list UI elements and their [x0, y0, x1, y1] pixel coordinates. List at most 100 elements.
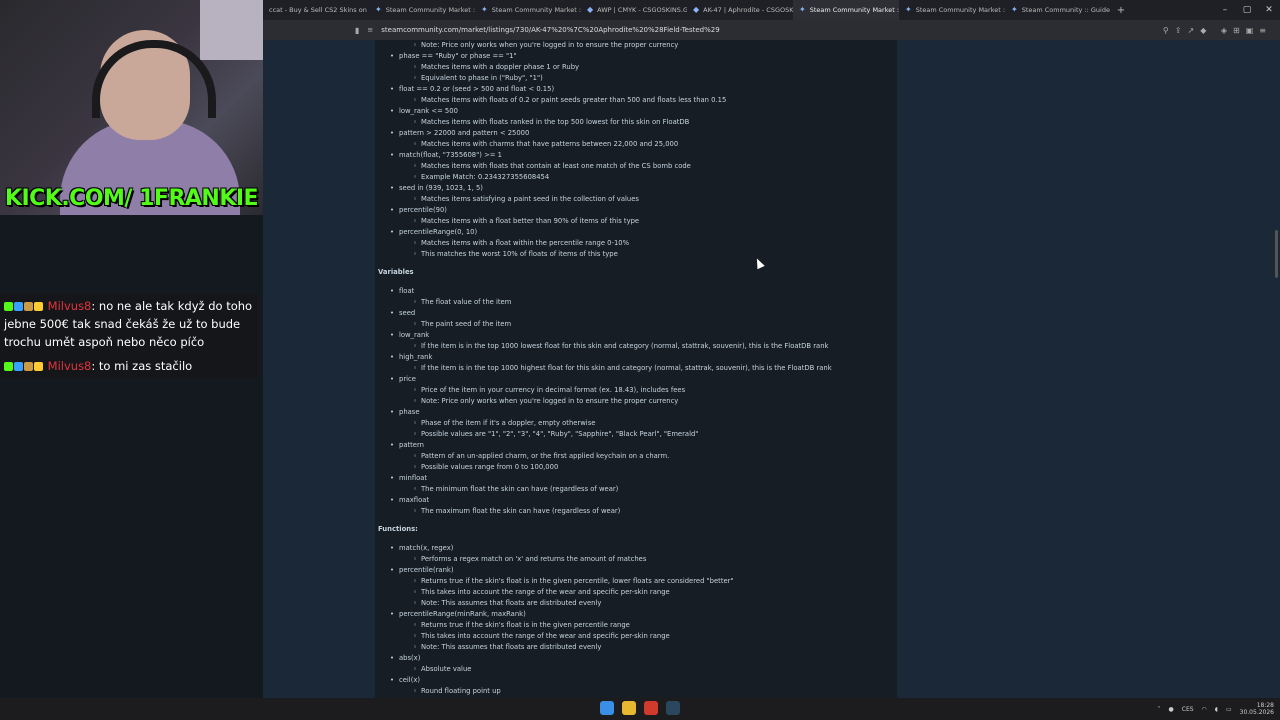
clock-date: 30.05.2026 [1239, 709, 1274, 716]
list-item: pattern [378, 440, 832, 451]
steam-icon: ✦ [1011, 5, 1018, 14]
microphone-icon[interactable]: ● [1169, 706, 1174, 713]
list-item: Price of the item in your currency in de… [378, 385, 832, 396]
variables-heading: Variables [378, 268, 414, 276]
background-light [200, 0, 263, 60]
list-item: If the item is in the top 1000 highest f… [378, 363, 832, 374]
browser-tab[interactable]: ccat - Buy & Sell CS2 Skins on [263, 0, 369, 20]
list-item: Pattern of an un-applied charm, or the f… [378, 451, 832, 462]
browser-tab[interactable]: ✦Steam Community :: Guide :: AK-4 [1005, 0, 1111, 20]
list-item: Note: Price only works when you're logge… [378, 396, 832, 407]
list-item: match(float, "7355608") >= 1 [378, 150, 832, 161]
list-item: Performs a regex match on 'x' and return… [378, 554, 832, 565]
user-badges [4, 357, 44, 375]
list-item: This takes into account the range of the… [378, 631, 832, 642]
brave-browser-icon[interactable] [644, 701, 658, 715]
toolbar-icons[interactable]: ⚲⇪↗◆ ◈⊞▣≡ [1163, 26, 1272, 35]
list-item: price [378, 374, 832, 385]
list-item: The minimum float the skin can have (reg… [378, 484, 832, 495]
steam-taskbar-icon[interactable] [666, 701, 680, 715]
close-window-icon[interactable]: ✕ [1258, 5, 1280, 15]
browser-tab[interactable]: ✦Steam Community Market :: Show [369, 0, 475, 20]
list-item: Matches items with floats that contain a… [378, 161, 832, 172]
list-item: Returns true if the skin's float is in t… [378, 620, 832, 631]
list-item: high_rank [378, 352, 832, 363]
kick-channel-text: KICK.COM/ 1FRANKIE [4, 185, 259, 211]
list-item: seed [378, 308, 832, 319]
bookmark-icon[interactable]: ▮ [355, 26, 359, 35]
list-item: The maximum float the skin can have (reg… [378, 506, 832, 517]
chat-username: Milvus8 [47, 299, 92, 313]
url-field[interactable]: steamcommunity.com/market/listings/730/A… [381, 26, 719, 34]
list-item: phase == "Ruby" or phase == "1" [378, 51, 832, 62]
address-bar: ▮ ≡ steamcommunity.com/market/listings/7… [263, 20, 1280, 40]
steam-icon: ✦ [799, 5, 806, 14]
list-item: percentile(rank) [378, 565, 832, 576]
list-item: ceil(x) [378, 675, 832, 686]
battery-icon[interactable]: ▭ [1226, 706, 1232, 713]
list-item: match(x, regex) [378, 543, 832, 554]
browser-tab[interactable]: ◆AK-47 | Aphrodite - CSGOSKINS.G [687, 0, 793, 20]
steam-icon: ✦ [905, 5, 912, 14]
list-item: phase [378, 407, 832, 418]
tab-label: Steam Community Market :: Listin [915, 6, 1005, 14]
list-item: Phase of the item if it's a doppler, emp… [378, 418, 832, 429]
variables-list: float The float value of the item seed T… [378, 286, 832, 517]
chat-text: : to mi zas stačilo [91, 359, 193, 373]
clock[interactable]: 18:28 30.05.2026 [1240, 702, 1274, 716]
browser-tab-strip: ccat - Buy & Sell CS2 Skins on ✦ Steam Co… [263, 0, 1280, 20]
maximize-icon[interactable]: ▢ [1236, 5, 1258, 15]
list-item: maxfloat [378, 495, 832, 506]
chat-message: Milvus8: to mi zas stačilo [0, 354, 258, 378]
list-item: This matches the worst 10% of floats of … [378, 249, 832, 260]
chat-username: Milvus8 [47, 359, 92, 373]
list-item: seed in (939, 1023, 1, 5) [378, 183, 832, 194]
taskbar: ˄ ● CES ◠ ◖ ▭ 18:28 30.05.2026 [0, 698, 1280, 720]
list-item: pattern > 22000 and pattern < 25000 [378, 128, 832, 139]
windows-start-icon[interactable] [600, 701, 614, 715]
csgoskins-icon: ◆ [587, 5, 594, 14]
tab-label: Steam Community Market :: Show [491, 6, 581, 14]
list-item: Matches items with a doppler phase 1 or … [378, 62, 832, 73]
list-item: percentile(90) [378, 205, 832, 216]
list-item: The paint seed of the item [378, 319, 832, 330]
tab-label: AK-47 | Aphrodite - CSGOSKINS.G [703, 6, 793, 14]
site-info-icon[interactable]: ≡ [367, 26, 373, 34]
list-item: Note: Price only works when you're logge… [378, 40, 832, 51]
list-item: minfloat [378, 473, 832, 484]
tray-chevron-icon[interactable]: ˄ [1158, 706, 1161, 713]
clock-time: 18:28 [1256, 702, 1274, 709]
file-explorer-icon[interactable] [622, 701, 636, 715]
minimize-icon[interactable]: – [1214, 5, 1236, 15]
list-item: Matches items with floats of 0.2 or pain… [378, 95, 832, 106]
user-badges [4, 297, 44, 315]
language-indicator[interactable]: CES [1182, 706, 1194, 713]
examples-list: Note: Price only works when you're logge… [378, 40, 832, 260]
tab-label: Steam Community Market :: Show [385, 6, 475, 14]
list-item: Round floating point up [378, 686, 832, 697]
browser-tab-active[interactable]: ✦Steam Community Market :: Li× [793, 0, 899, 20]
list-item: Equivalent to phase in ("Ruby", "1") [378, 73, 832, 84]
browser-tab[interactable]: ✦Steam Community Market :: Listin [899, 0, 1005, 20]
list-item: abs(x) [378, 653, 832, 664]
new-tab-icon[interactable]: + [1111, 5, 1131, 16]
list-item: Matches items with a float within the pe… [378, 238, 832, 249]
tab-label: Steam Community :: Guide :: AK-4 [1021, 6, 1111, 14]
list-item: Matches items with floats ranked in the … [378, 117, 832, 128]
list-item: float == 0.2 or (seed > 500 and float < … [378, 84, 832, 95]
scrollbar[interactable] [1275, 230, 1278, 278]
wifi-icon[interactable]: ◠ [1202, 706, 1207, 713]
browser-tab[interactable]: ✦Steam Community Market :: Show [475, 0, 581, 20]
window-controls: – ▢ ✕ [1214, 0, 1280, 20]
list-item: Note: This assumes that floats are distr… [378, 598, 832, 609]
functions-heading: Functions: [378, 525, 418, 533]
list-item: Note: This assumes that floats are distr… [378, 642, 832, 653]
list-item: Matches items with a float better than 9… [378, 216, 832, 227]
browser-tab[interactable]: ◆ AWP | CMYK - CSGOSKINS.GG [581, 0, 687, 20]
tab-label: ccat - Buy & Sell CS2 Skins on [269, 6, 367, 14]
volume-icon[interactable]: ◖ [1215, 706, 1218, 713]
chat-message: Milvus8: no ne ale tak když do toho jebn… [0, 294, 258, 354]
list-item: Matches items with charms that have patt… [378, 139, 832, 150]
list-item: Example Match: 0.234327355608454 [378, 172, 832, 183]
list-item: Absolute value [378, 664, 832, 675]
